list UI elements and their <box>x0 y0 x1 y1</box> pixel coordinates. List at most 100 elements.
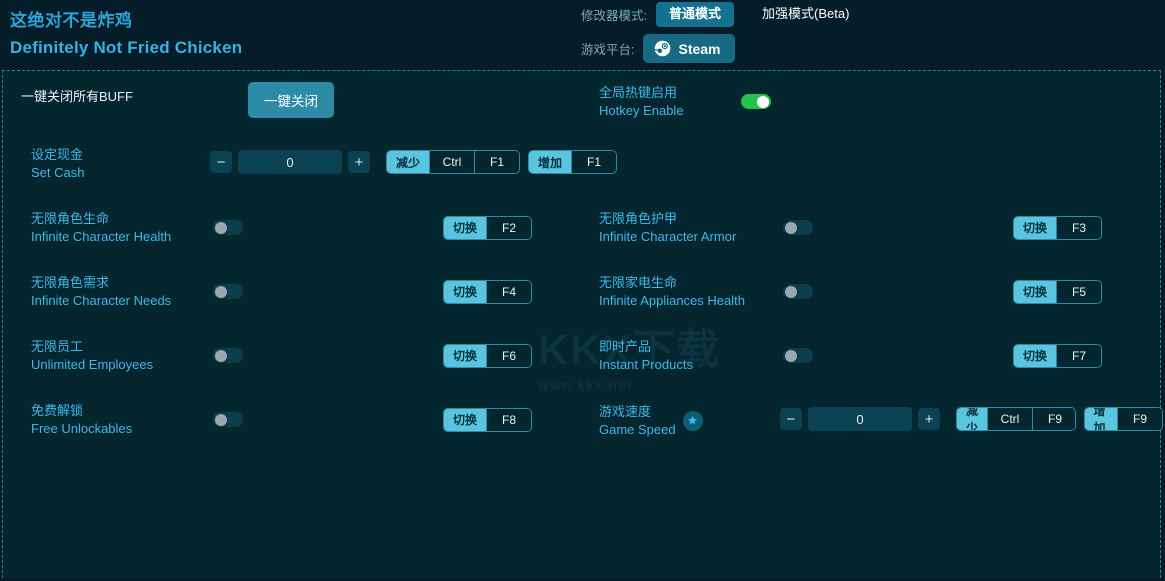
toggle-knob <box>784 349 797 362</box>
label-zh: 游戏速度 <box>599 404 652 419</box>
hotkey-key: F3 <box>1056 216 1102 239</box>
set-cash-decrease-hotkey[interactable]: 减少 Ctrl F1 <box>386 150 521 174</box>
row-free-unlockables: 免费解锁 Free Unlockables 切换 F8 <box>31 402 533 437</box>
platform-button-steam[interactable]: Steam <box>643 34 735 63</box>
infinite-character-needs-label: 无限角色需求 Infinite Character Needs <box>31 274 213 309</box>
label-en: Game Speed <box>599 421 676 437</box>
toggle-knob <box>784 285 797 298</box>
label-en: Infinite Appliances Health <box>599 292 745 308</box>
set-cash-stepper: − 0 + <box>210 150 370 174</box>
infinite-appliances-health-hotkey[interactable]: 切换 F5 <box>1013 279 1103 304</box>
set-cash-hotkeys: 减少 Ctrl F1 增加 F1 <box>386 150 618 174</box>
free-unlockables-hotkey[interactable]: 切换 F8 <box>443 407 533 432</box>
close-all-button[interactable]: 一键关闭 <box>248 82 334 118</box>
game-speed-increment-button[interactable]: + <box>918 408 940 430</box>
close-all-button-wrap: 一键关闭 <box>248 82 334 118</box>
infinite-character-armor-toggle[interactable] <box>783 220 813 236</box>
infinite-character-needs-hotkey[interactable]: 切换 F4 <box>443 279 533 304</box>
label-en: Free Unlockables <box>31 420 133 436</box>
hotkey-action-label: 切换 <box>444 408 487 431</box>
infinite-character-needs-toggle[interactable] <box>213 284 243 300</box>
toggle-knob <box>214 221 227 234</box>
label-en: Unlimited Employees <box>31 356 154 372</box>
row-set-cash: 设定现金 Set Cash <box>31 146 84 181</box>
label-zh: 无限角色需求 <box>31 275 110 290</box>
instant-products-toggle[interactable] <box>783 348 813 364</box>
infinite-character-armor-hotkey[interactable]: 切换 F3 <box>1013 215 1103 240</box>
game-speed-decrease-hotkey[interactable]: 减少 Ctrl F9 <box>956 407 1076 431</box>
set-cash-increase-hotkey[interactable]: 增加 F1 <box>528 150 618 174</box>
header: 这绝对不是炸鸡 Definitely Not Fried Chicken 修改器… <box>0 0 1165 71</box>
hotkey-enable-label: 全局热键启用 Hotkey Enable <box>599 84 684 119</box>
label-zh: 免费解锁 <box>31 403 84 418</box>
game-speed-hotkeys: 减少 Ctrl F9 增加 F9 <box>956 407 1164 431</box>
hotkey-action-label: 切换 <box>444 280 487 303</box>
mode-label: 修改器模式: <box>581 8 647 23</box>
hotkey-modifier-key: Ctrl <box>429 151 475 173</box>
trainer-window: 这绝对不是炸鸡 Definitely Not Fried Chicken 修改器… <box>0 0 1165 581</box>
set-cash-value[interactable]: 0 <box>238 150 342 174</box>
platform-selector: 游戏平台: Steam <box>581 34 735 63</box>
set-cash-increment-button[interactable]: + <box>348 151 370 173</box>
hotkey-action-label: 切换 <box>444 216 487 239</box>
page-title-en: Definitely Not Fried Chicken <box>10 38 243 57</box>
hotkey-enable-label-en: Hotkey Enable <box>599 102 684 118</box>
hotkey-action-label: 增加 <box>529 151 572 173</box>
close-all-label: 一键关闭所有BUFF <box>21 88 133 106</box>
infinite-appliances-health-toggle[interactable] <box>783 284 813 300</box>
free-unlockables-label: 免费解锁 Free Unlockables <box>31 402 213 437</box>
hotkey-modifier-key: Ctrl <box>987 408 1033 430</box>
hotkey-key: F9 <box>1117 408 1163 430</box>
set-cash-label-zh: 设定现金 <box>31 147 84 162</box>
game-speed-stepper: − 0 + <box>780 407 940 431</box>
unlimited-employees-hotkey[interactable]: 切换 F6 <box>443 343 533 368</box>
hotkey-key: F2 <box>486 216 532 239</box>
hotkey-key: F8 <box>486 408 532 431</box>
game-speed-label: 游戏速度 Game Speed <box>599 403 676 438</box>
label-zh: 无限角色护甲 <box>599 211 678 226</box>
label-zh: 无限员工 <box>31 339 84 354</box>
free-unlockables-toggle[interactable] <box>213 412 243 428</box>
game-speed-increase-hotkey[interactable]: 增加 F9 <box>1083 407 1164 431</box>
hotkey-enable-label-zh: 全局热键启用 <box>599 85 678 100</box>
row-instant-products: 即时产品 Instant Products 切换 F7 <box>599 338 1103 373</box>
game-speed-value[interactable]: 0 <box>808 407 912 431</box>
hotkey-action-label: 切换 <box>1014 280 1057 303</box>
infinite-appliances-health-label: 无限家电生命 Infinite Appliances Health <box>599 274 783 309</box>
unlimited-employees-label: 无限员工 Unlimited Employees <box>31 338 213 373</box>
set-cash-decrement-button[interactable]: − <box>210 151 232 173</box>
row-infinite-appliances-health: 无限家电生命 Infinite Appliances Health 切换 F5 <box>599 274 1103 309</box>
hotkey-key: F7 <box>1056 344 1102 367</box>
row-infinite-character-armor: 无限角色护甲 Infinite Character Armor 切换 F3 <box>599 210 1103 245</box>
game-speed-decrement-button[interactable]: − <box>780 408 802 430</box>
instant-products-hotkey[interactable]: 切换 F7 <box>1013 343 1103 368</box>
set-cash-stepper-wrap: − 0 + 减少 Ctrl F1 增加 F1 <box>210 150 618 174</box>
options-panel: KKX下载 www.kkx.net 一键关闭所有BUFF 一键关闭 全局热键启用… <box>2 70 1164 578</box>
toggle-knob <box>214 413 227 426</box>
toggle-knob <box>784 221 797 234</box>
hotkey-action-label: 切换 <box>1014 344 1057 367</box>
row-infinite-character-needs: 无限角色需求 Infinite Character Needs 切换 F4 <box>31 274 533 309</box>
hotkey-action-label: 减少 <box>387 151 430 173</box>
hotkey-key: F6 <box>486 344 532 367</box>
platform-button-label: Steam <box>678 40 721 57</box>
platform-label: 游戏平台: <box>581 43 635 57</box>
infinite-character-armor-label: 无限角色护甲 Infinite Character Armor <box>599 210 783 245</box>
row-infinite-character-health: 无限角色生命 Infinite Character Health 切换 F2 <box>31 210 533 245</box>
infinite-character-health-hotkey[interactable]: 切换 F2 <box>443 215 533 240</box>
infinite-character-health-toggle[interactable] <box>213 220 243 236</box>
label-zh: 即时产品 <box>599 339 652 354</box>
game-speed-stepper-wrap: − 0 + 减少 Ctrl F9 增加 F9 <box>780 407 1164 431</box>
hotkey-action-label: 增加 <box>1084 408 1118 430</box>
steam-icon <box>654 40 671 57</box>
tab-normal-mode[interactable]: 普通模式 <box>655 2 734 27</box>
set-cash-label-en: Set Cash <box>31 164 85 180</box>
row-unlimited-employees: 无限员工 Unlimited Employees 切换 F6 <box>31 338 533 373</box>
instant-products-label: 即时产品 Instant Products <box>599 338 783 373</box>
unlimited-employees-toggle[interactable] <box>213 348 243 364</box>
row-game-speed: 游戏速度 Game Speed <box>599 403 703 438</box>
hotkey-action-label: 切换 <box>444 344 487 367</box>
tab-enhanced-mode[interactable]: 加强模式(Beta) <box>749 2 862 27</box>
hotkey-enable-toggle[interactable] <box>740 94 771 110</box>
row-hotkey-enable: 全局热键启用 Hotkey Enable <box>599 84 771 119</box>
